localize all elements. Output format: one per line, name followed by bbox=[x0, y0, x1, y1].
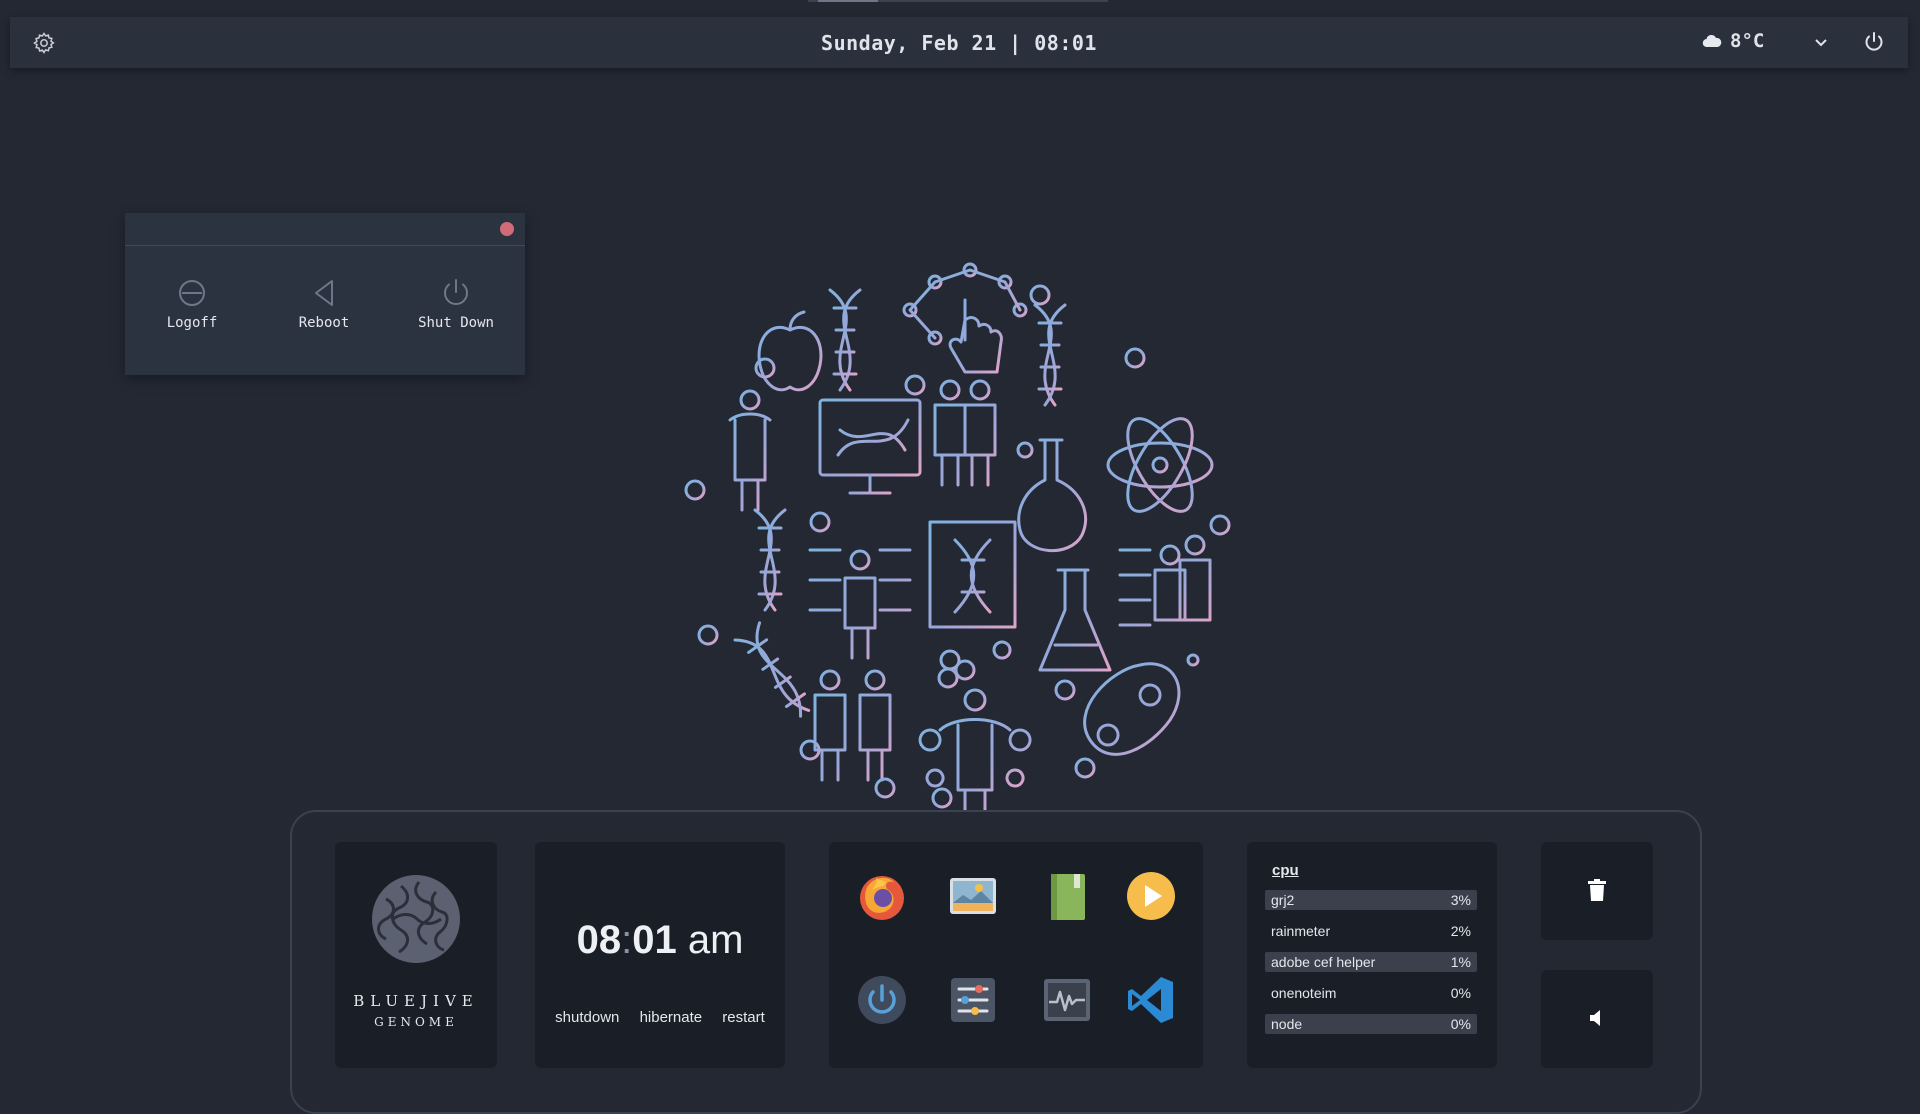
app-launcher bbox=[829, 842, 1203, 1068]
monitor-icon bbox=[818, 398, 922, 495]
shutdown-link[interactable]: shutdown bbox=[555, 1009, 619, 1026]
logoff-button[interactable]: Logoff bbox=[142, 277, 242, 331]
clock-hours: 08 bbox=[576, 918, 622, 962]
shutdown-label: Shut Down bbox=[418, 315, 494, 331]
power-icon[interactable] bbox=[856, 974, 908, 1026]
dock-panel: BLUEJIVE GENOME 08:01 am shutdown hibern… bbox=[290, 810, 1702, 1114]
topbar-clock[interactable]: Sunday, Feb 21 | 08:01 bbox=[10, 31, 1908, 55]
weather-indicator[interactable]: 8°C bbox=[1702, 30, 1764, 52]
people-circuit-icon bbox=[1118, 534, 1212, 627]
dna-icon bbox=[1033, 303, 1067, 407]
erlenmeyer-flask-icon bbox=[1038, 568, 1112, 672]
dna-icon bbox=[828, 288, 862, 392]
person-circuit-icon bbox=[808, 548, 912, 660]
top-bar: Sunday, Feb 21 | 08:01 8°C bbox=[10, 0, 1908, 68]
logo-widget: BLUEJIVE GENOME bbox=[335, 842, 497, 1068]
vscode-icon[interactable] bbox=[1125, 974, 1177, 1026]
restart-link[interactable]: restart bbox=[722, 1009, 765, 1026]
process-row: adobe cef helper 1% bbox=[1265, 952, 1477, 972]
book-icon[interactable] bbox=[1041, 870, 1093, 922]
power-icon[interactable] bbox=[1862, 30, 1886, 54]
genome-logo-icon bbox=[372, 875, 460, 963]
close-button[interactable] bbox=[500, 222, 514, 236]
sliders-icon[interactable] bbox=[947, 974, 999, 1026]
volume-icon bbox=[1590, 1010, 1600, 1026]
process-name: grj2 bbox=[1271, 892, 1295, 908]
system-monitor-icon[interactable] bbox=[1041, 974, 1093, 1026]
power-dialog: Logoff Reboot Shut Down bbox=[125, 213, 525, 375]
atom-icon bbox=[1106, 417, 1214, 513]
apple-icon bbox=[757, 310, 823, 392]
process-name: onenoteim bbox=[1271, 985, 1337, 1001]
process-row: grj2 3% bbox=[1265, 890, 1477, 910]
bacteria-icon bbox=[1083, 662, 1181, 756]
genome-illustration bbox=[684, 262, 1231, 817]
workspace-indicator bbox=[808, 0, 1108, 2]
firefox-icon[interactable] bbox=[856, 870, 908, 922]
clock-minutes: 01 bbox=[632, 918, 677, 962]
dna-icon bbox=[753, 508, 787, 612]
image-viewer-icon[interactable] bbox=[947, 870, 999, 922]
clock-meridiem: am bbox=[687, 918, 744, 962]
clock-time: 08:01 am bbox=[576, 918, 744, 962]
process-name: node bbox=[1271, 1016, 1303, 1032]
person-icon bbox=[728, 389, 772, 512]
reboot-label: Reboot bbox=[298, 315, 350, 331]
process-percent: 2% bbox=[1450, 923, 1471, 939]
process-percent: 3% bbox=[1450, 892, 1471, 908]
play-icon[interactable] bbox=[1125, 870, 1177, 922]
cells-icon bbox=[937, 649, 976, 689]
process-row: onenoteim 0% bbox=[1265, 983, 1477, 1003]
reboot-icon bbox=[315, 280, 333, 306]
dialog-titlebar[interactable] bbox=[125, 213, 525, 246]
clock-widget: 08:01 am shutdown hibernate restart bbox=[535, 842, 785, 1068]
pointer-hand-icon bbox=[948, 298, 1003, 374]
people-icon bbox=[933, 379, 997, 487]
reboot-button[interactable]: Reboot bbox=[274, 277, 374, 331]
volume-button[interactable] bbox=[1541, 970, 1653, 1068]
cpu-title: cpu bbox=[1272, 862, 1299, 879]
process-row: node 0% bbox=[1265, 1014, 1477, 1034]
logoff-icon bbox=[179, 280, 205, 306]
logo-title: BLUEJIVE bbox=[353, 992, 479, 1010]
person-icon bbox=[918, 688, 1032, 817]
process-percent: 0% bbox=[1450, 985, 1471, 1001]
document-icon bbox=[928, 520, 1017, 629]
trash-button[interactable] bbox=[1541, 842, 1653, 940]
process-percent: 1% bbox=[1450, 954, 1471, 970]
logo-subtitle: GENOME bbox=[374, 1015, 458, 1029]
dna-icon bbox=[733, 621, 811, 718]
couple-icon bbox=[813, 669, 892, 782]
chevron-down-icon[interactable] bbox=[1810, 31, 1832, 53]
cloud-icon bbox=[1702, 34, 1722, 48]
hibernate-link[interactable]: hibernate bbox=[640, 1009, 703, 1026]
trash-icon bbox=[1588, 879, 1606, 901]
logoff-label: Logoff bbox=[166, 315, 218, 331]
process-row: rainmeter 2% bbox=[1265, 921, 1477, 941]
temperature-label: 8°C bbox=[1730, 30, 1765, 52]
cpu-widget: cpu grj2 3% rainmeter 2% adobe cef helpe… bbox=[1247, 842, 1497, 1068]
process-name: rainmeter bbox=[1271, 923, 1331, 939]
process-percent: 0% bbox=[1450, 1016, 1471, 1032]
process-name: adobe cef helper bbox=[1271, 954, 1376, 970]
shutdown-button[interactable]: Shut Down bbox=[406, 277, 506, 331]
shutdown-icon bbox=[444, 279, 468, 305]
